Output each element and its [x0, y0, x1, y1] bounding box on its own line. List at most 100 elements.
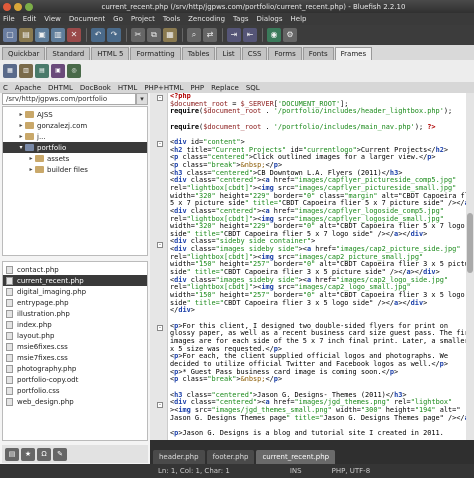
- code-line[interactable]: <p class="break">&nbsp;</p>: [170, 375, 466, 384]
- lang-tab-apache[interactable]: Apache: [15, 84, 41, 92]
- scrollbar-thumb[interactable]: [467, 213, 473, 273]
- lang-tab-html[interactable]: HTML: [118, 84, 137, 92]
- file-item[interactable]: illustration.php: [3, 308, 147, 319]
- file-item[interactable]: msie6fixes.css: [3, 341, 147, 352]
- fold-marker-icon[interactable]: -: [157, 242, 163, 248]
- doc-tab-footer[interactable]: footer.php: [206, 450, 255, 464]
- charmap-tab-icon[interactable]: Ω: [37, 447, 51, 461]
- find-icon[interactable]: ⌕: [187, 28, 201, 42]
- tab-css[interactable]: CSS: [241, 47, 268, 60]
- preferences-icon[interactable]: ⚙: [283, 28, 297, 42]
- code-line[interactable]: require($document_root . '/portfolio/inc…: [170, 123, 466, 132]
- expander-icon[interactable]: ▸: [17, 133, 25, 140]
- copy-icon[interactable]: ⧉: [147, 28, 161, 42]
- tab-forms[interactable]: Forms: [268, 47, 302, 60]
- tab-quickbar[interactable]: Quickbar: [2, 47, 46, 60]
- lang-tab-c[interactable]: C: [3, 84, 8, 92]
- unindent-icon[interactable]: ⇤: [243, 28, 257, 42]
- file-item[interactable]: photography.php: [3, 363, 147, 374]
- paste-icon[interactable]: ▦: [163, 28, 177, 42]
- tree-item[interactable]: ▸ gonzalezj.com: [3, 120, 147, 131]
- tree-item[interactable]: ▸ j...: [3, 131, 147, 142]
- tree-item-selected[interactable]: ▾ portfolio: [3, 142, 147, 153]
- chevron-down-icon[interactable]: ▾: [136, 93, 148, 105]
- menu-help[interactable]: Help: [291, 15, 307, 23]
- tab-standard[interactable]: Standard: [46, 47, 91, 60]
- lang-tab-php[interactable]: PHP: [190, 84, 204, 92]
- vertical-scrollbar[interactable]: [466, 93, 474, 440]
- menu-edit[interactable]: Edit: [23, 15, 37, 23]
- expander-open-icon[interactable]: ▾: [17, 144, 25, 151]
- replace-icon[interactable]: ⇄: [203, 28, 217, 42]
- code-editor[interactable]: - - - - - <?php $document_root = $_SERVER…: [150, 93, 474, 464]
- fold-marker-icon[interactable]: -: [157, 141, 163, 147]
- close-window-icon[interactable]: [3, 2, 11, 11]
- undo-icon[interactable]: ↶: [91, 28, 105, 42]
- frame-wizard-icon[interactable]: ▦: [3, 64, 17, 78]
- file-item[interactable]: entrypage.php: [3, 297, 147, 308]
- menu-go[interactable]: Go: [113, 15, 123, 23]
- noframes-icon[interactable]: ▣: [51, 64, 65, 78]
- menu-file[interactable]: File: [3, 15, 15, 23]
- code-line[interactable]: require($document_root . '/portfolio/inc…: [170, 107, 466, 116]
- redo-icon[interactable]: ↷: [107, 28, 121, 42]
- bookmarks-tab-icon[interactable]: ★: [21, 447, 35, 461]
- expander-icon[interactable]: ▸: [27, 166, 35, 173]
- fold-marker-icon[interactable]: -: [157, 402, 163, 408]
- preview-icon[interactable]: ◉: [267, 28, 281, 42]
- tab-html5[interactable]: HTML 5: [91, 47, 130, 60]
- indent-icon[interactable]: ⇥: [227, 28, 241, 42]
- expander-icon[interactable]: ▸: [27, 155, 35, 162]
- close-icon[interactable]: ✕: [67, 28, 81, 42]
- file-item[interactable]: web_design.php: [3, 396, 147, 407]
- menu-view[interactable]: View: [44, 15, 61, 23]
- menu-dialogs[interactable]: Dialogs: [257, 15, 283, 23]
- menu-tools[interactable]: Tools: [163, 15, 180, 23]
- doc-tab-current-recent[interactable]: current_recent.php: [256, 450, 336, 464]
- frameset-icon[interactable]: ▥: [19, 64, 33, 78]
- tab-fonts[interactable]: Fonts: [302, 47, 334, 60]
- lang-tab-docbook[interactable]: DocBook: [80, 84, 111, 92]
- open-icon[interactable]: ▤: [19, 28, 33, 42]
- expander-icon[interactable]: ▸: [17, 122, 25, 129]
- menu-project[interactable]: Project: [131, 15, 155, 23]
- file-item[interactable]: portfolio-copy.odt: [3, 374, 147, 385]
- tree-item[interactable]: ▸ assets: [3, 153, 147, 164]
- file-item[interactable]: layout.php: [3, 330, 147, 341]
- file-item[interactable]: msie7fixes.css: [3, 352, 147, 363]
- maximize-window-icon[interactable]: [25, 2, 33, 11]
- tree-item[interactable]: ▸ AJSS: [3, 109, 147, 120]
- save-icon[interactable]: ▣: [35, 28, 49, 42]
- lang-tab-php-html[interactable]: PHP+HTML: [144, 84, 183, 92]
- tab-formatting[interactable]: Formatting: [130, 47, 181, 60]
- file-item[interactable]: index.php: [3, 319, 147, 330]
- code-line[interactable]: </div>: [170, 307, 466, 315]
- code-line[interactable]: Jason G. Designs Themes page" title="Jas…: [170, 414, 466, 423]
- doc-tab-header[interactable]: header.php: [153, 450, 205, 464]
- expander-icon[interactable]: ▸: [17, 111, 25, 118]
- fold-marker-icon[interactable]: -: [157, 95, 163, 101]
- lang-tab-dhtml[interactable]: DHTML: [48, 84, 73, 92]
- menu-document[interactable]: Document: [69, 15, 105, 23]
- fold-marker-icon[interactable]: -: [157, 325, 163, 331]
- frame-icon[interactable]: ▤: [35, 64, 49, 78]
- tree-item[interactable]: ▸ builder files: [3, 164, 147, 175]
- lang-tab-replace[interactable]: Replace: [211, 84, 239, 92]
- code-line[interactable]: side" title="CBDT Capoeira flier 3 x 5 l…: [170, 299, 466, 308]
- file-item[interactable]: portfolio.css: [3, 385, 147, 396]
- file-item[interactable]: digital_imaging.php: [3, 286, 147, 297]
- filebrowser-tab-icon[interactable]: ▤: [5, 447, 19, 461]
- menu-zencoding[interactable]: Zencoding: [188, 15, 225, 23]
- minimize-window-icon[interactable]: [14, 2, 22, 11]
- save-as-icon[interactable]: ▥: [51, 28, 65, 42]
- new-file-icon[interactable]: ▢: [3, 28, 17, 42]
- tab-tables[interactable]: Tables: [181, 47, 216, 60]
- code-line[interactable]: <p>Jason G. Designs is a blog and tutori…: [170, 429, 466, 438]
- target-icon[interactable]: ◎: [67, 64, 81, 78]
- path-combobox[interactable]: /srv/http/jgpws.com/portfolio: [2, 93, 136, 105]
- file-item[interactable]: contact.php: [3, 264, 147, 275]
- file-item-selected[interactable]: current_recent.php: [3, 275, 147, 286]
- tab-frames[interactable]: Frames: [334, 47, 373, 60]
- cut-icon[interactable]: ✂: [131, 28, 145, 42]
- tab-list[interactable]: List: [216, 47, 241, 60]
